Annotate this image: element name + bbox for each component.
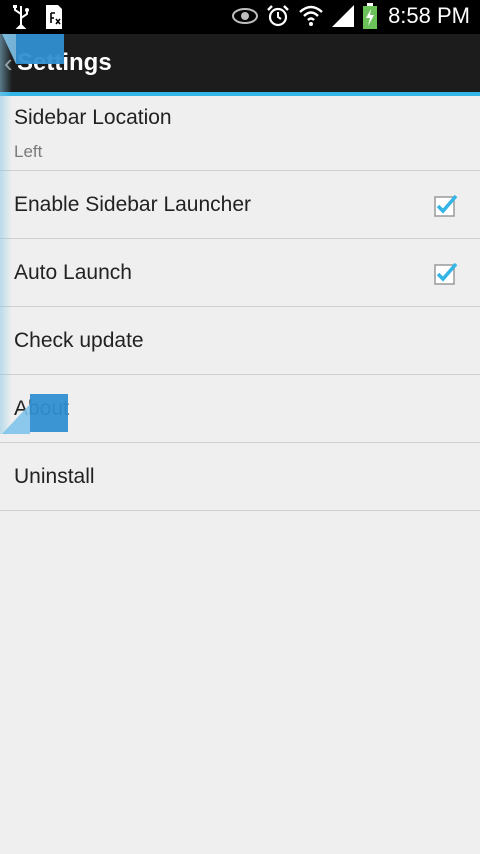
setting-label: Auto Launch bbox=[14, 261, 132, 284]
setting-sidebar-location[interactable]: Sidebar Location Left bbox=[0, 96, 480, 171]
alarm-icon bbox=[266, 4, 290, 28]
sidebar-launcher-edge[interactable] bbox=[0, 34, 12, 434]
sidebar-handle-top-icon[interactable] bbox=[2, 34, 64, 76]
sidebar-handle-bottom-icon[interactable] bbox=[2, 394, 70, 434]
setting-auto-launch[interactable]: Auto Launch bbox=[0, 239, 480, 307]
settings-list: Sidebar Location Left Enable Sidebar Lau… bbox=[0, 96, 480, 511]
status-bar: 8:58 PM bbox=[0, 0, 480, 34]
usb-icon bbox=[12, 5, 30, 29]
setting-value: Left bbox=[14, 142, 43, 161]
setting-label: Check update bbox=[14, 329, 144, 352]
setting-check-update[interactable]: Check update bbox=[0, 307, 480, 375]
sd-card-icon bbox=[44, 5, 64, 29]
eye-icon bbox=[232, 7, 259, 25]
setting-label: Sidebar Location bbox=[14, 106, 172, 129]
setting-label: Uninstall bbox=[14, 465, 95, 488]
enable-sidebar-launcher-checkbox[interactable] bbox=[434, 193, 458, 217]
status-time: 8:58 PM bbox=[388, 3, 470, 28]
battery-charging-icon bbox=[362, 3, 378, 29]
setting-uninstall[interactable]: Uninstall bbox=[0, 443, 480, 511]
setting-enable-sidebar-launcher[interactable]: Enable Sidebar Launcher bbox=[0, 171, 480, 239]
signal-icon bbox=[332, 5, 355, 27]
setting-label: Enable Sidebar Launcher bbox=[14, 193, 252, 216]
auto-launch-checkbox[interactable] bbox=[434, 261, 458, 285]
wifi-icon bbox=[298, 4, 324, 28]
setting-about[interactable]: About bbox=[0, 375, 480, 443]
